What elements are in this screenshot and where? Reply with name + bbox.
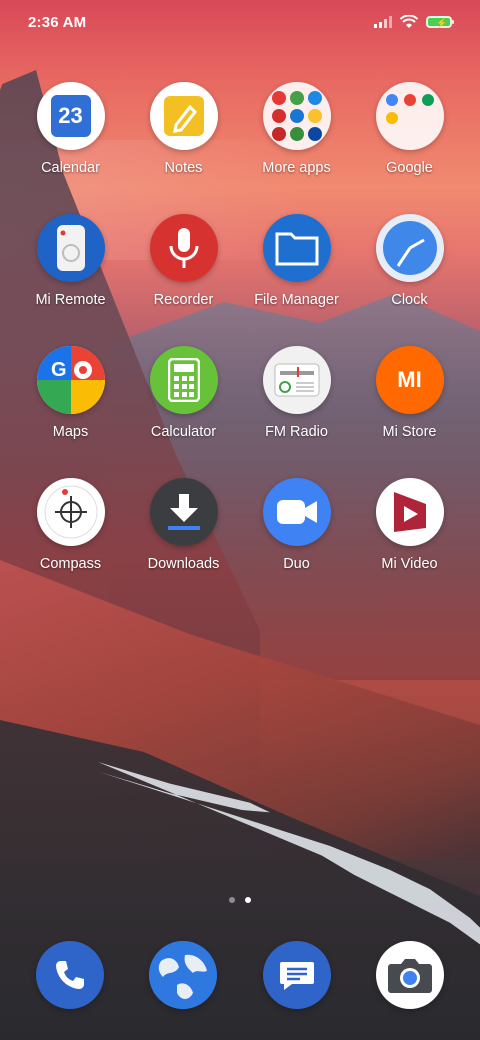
google-folder-icon (375, 82, 444, 150)
app-label: Clock (391, 292, 428, 308)
app-label: More apps (262, 160, 331, 176)
app-downloads[interactable]: Downloads (127, 478, 240, 572)
app-calculator[interactable]: Calculator (127, 346, 240, 440)
app-label: Notes (164, 160, 203, 176)
page-dot-active[interactable] (245, 897, 251, 903)
app-calendar[interactable]: 23 Calendar (14, 82, 127, 176)
notes-icon (149, 82, 218, 150)
play-film-icon (375, 478, 444, 546)
svg-text:G: G (51, 359, 67, 381)
folder-icon (262, 82, 331, 150)
compass-icon (36, 478, 105, 546)
maps-icon: G (36, 346, 105, 414)
app-label: Recorder (153, 292, 214, 308)
app-mi-store[interactable]: MI Mi Store (353, 346, 466, 440)
app-label: File Manager (254, 292, 339, 308)
mi-logo-text: MI (397, 367, 422, 392)
microphone-icon (149, 214, 218, 282)
battery-icon: ⚡ (426, 16, 454, 28)
mi-logo-icon: MI (375, 346, 444, 414)
status-bar: 2:36 AM ⚡ (0, 0, 480, 44)
app-label: Maps (52, 424, 89, 440)
system-icons: ⚡ (374, 15, 454, 29)
app-label: Mi Store (382, 424, 437, 440)
app-duo[interactable]: Duo (240, 478, 353, 572)
app-compass[interactable]: Compass (14, 478, 127, 572)
download-icon (149, 478, 218, 546)
app-label: Calculator (150, 424, 217, 440)
calendar-icon: 23 (36, 82, 105, 150)
app-label: Duo (283, 556, 310, 572)
clock-icon (375, 214, 444, 282)
wifi-icon (400, 15, 418, 28)
globe-icon[interactable] (149, 941, 218, 1009)
app-label: Mi Remote (35, 292, 106, 308)
app-clock[interactable]: Clock (353, 214, 466, 308)
app-maps[interactable]: G Maps (14, 346, 127, 440)
remote-icon (36, 214, 105, 282)
app-fm-radio[interactable]: FM Radio (240, 346, 353, 440)
app-more-apps[interactable]: More apps (240, 82, 353, 176)
app-grid: 23 Calendar Notes More apps Google Mi Re… (14, 82, 466, 572)
app-mi-remote[interactable]: Mi Remote (14, 214, 127, 308)
folder-file-icon (262, 214, 331, 282)
radio-icon (262, 346, 331, 414)
status-time: 2:36 AM (28, 13, 87, 31)
phone-icon[interactable] (36, 941, 104, 1009)
page-indicator (0, 897, 480, 903)
page-dot[interactable] (229, 897, 235, 903)
message-icon[interactable] (262, 941, 331, 1009)
dock (36, 941, 444, 1009)
app-label: Compass (39, 556, 102, 572)
app-recorder[interactable]: Recorder (127, 214, 240, 308)
app-label: Google (386, 160, 433, 176)
calendar-date: 23 (58, 103, 83, 128)
video-camera-icon (262, 478, 331, 546)
app-label: FM Radio (265, 424, 328, 440)
signal-icon (374, 16, 392, 28)
app-label: Downloads (147, 556, 220, 572)
app-google[interactable]: Google (353, 82, 466, 176)
app-label: Calendar (41, 160, 100, 176)
camera-icon[interactable] (375, 941, 444, 1009)
calculator-icon (149, 346, 218, 414)
app-file-manager[interactable]: File Manager (240, 214, 353, 308)
app-notes[interactable]: Notes (127, 82, 240, 176)
app-mi-video[interactable]: Mi Video (353, 478, 466, 572)
app-label: Mi Video (381, 556, 438, 572)
